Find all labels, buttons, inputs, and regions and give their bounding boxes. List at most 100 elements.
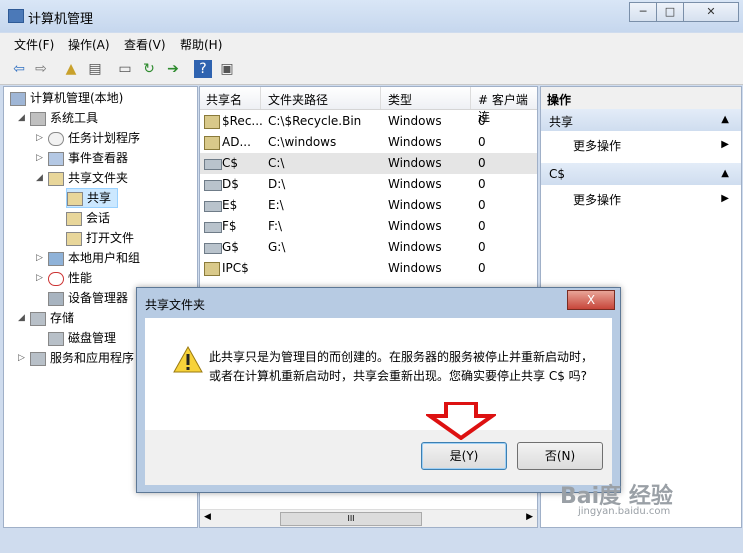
actions-section-shares-label: 共享 (549, 115, 574, 129)
cell-name: G$ (222, 240, 239, 254)
cell-count: 0 (478, 198, 486, 212)
cell-name: F$ (222, 219, 237, 233)
submenu-arrow-icon[interactable]: ▶ (721, 139, 729, 150)
more-actions-shares[interactable]: 更多操作 (573, 137, 621, 154)
tree-event-viewer-label: 事件查看器 (68, 151, 129, 165)
cell-name: D$ (222, 177, 239, 191)
down-arrow-icon (426, 402, 496, 440)
tree-local-users-label: 本地用户和组 (68, 251, 141, 265)
yes-button[interactable]: 是(Y) (421, 442, 507, 470)
column-separator[interactable] (380, 87, 381, 109)
actions-section-c[interactable]: C$ ▲ (541, 163, 741, 185)
tree-disk-management[interactable]: 磁盘管理 (48, 329, 116, 347)
dialog-close-button[interactable]: X (567, 290, 615, 310)
column-folder-path[interactable]: 文件夹路径 (268, 91, 328, 108)
computer-icon (10, 91, 26, 106)
expand-icon[interactable]: ▷ (36, 253, 43, 263)
minimize-button[interactable]: ─ (629, 2, 657, 22)
tree-device-manager-label: 设备管理器 (68, 291, 129, 305)
table-row[interactable]: E$ E:\ Windows 0 (200, 195, 537, 216)
computer-management-icon (8, 9, 24, 23)
collapse-up-icon[interactable]: ▲ (721, 114, 729, 125)
clock-icon (48, 131, 64, 146)
tree-services-apps[interactable]: 服务和应用程序 (30, 349, 134, 367)
cell-count: 0 (478, 177, 486, 191)
tree-system-tools[interactable]: 系统工具 (30, 109, 98, 127)
drive-icon (204, 222, 222, 233)
menu-file[interactable]: 文件(F) (14, 36, 54, 53)
cell-path: D:\ (268, 177, 286, 191)
tree-local-users[interactable]: 本地用户和组 (48, 249, 140, 267)
scroll-thumb[interactable]: III (280, 512, 422, 526)
dialog-footer: 是(Y) 否(N) (145, 430, 612, 485)
actions-section-c-label: C$ (549, 167, 566, 181)
up-folder-icon[interactable]: ▲ (62, 60, 80, 78)
collapse-icon[interactable]: ◢ (18, 113, 25, 123)
collapse-up-icon[interactable]: ▲ (721, 168, 729, 179)
actions-section-shares[interactable]: 共享 ▲ (541, 109, 741, 131)
horizontal-scrollbar[interactable]: ◀ III ▶ (200, 509, 537, 527)
cell-count: 0 (478, 261, 486, 275)
export-icon[interactable]: ➔ (164, 60, 182, 78)
tree-device-manager[interactable]: 设备管理器 (48, 289, 128, 307)
tree-shared-folders[interactable]: 共享文件夹 (48, 169, 128, 187)
cell-path: C:\$Recycle.Bin (268, 114, 362, 128)
shared-folder-icon (48, 171, 64, 186)
tree-task-scheduler[interactable]: 任务计划程序 (48, 129, 140, 147)
no-button[interactable]: 否(N) (517, 442, 603, 470)
scroll-left-icon[interactable]: ◀ (204, 512, 211, 522)
more-actions-c[interactable]: 更多操作 (573, 191, 621, 208)
column-type[interactable]: 类型 (388, 91, 412, 108)
cell-type: Windows (388, 135, 442, 149)
table-row[interactable]: C$ C:\ Windows 0 (200, 153, 537, 174)
maximize-button[interactable]: □ (656, 2, 684, 22)
column-share-name[interactable]: 共享名 (206, 91, 242, 108)
back-arrow-icon[interactable]: ⇦ (10, 60, 28, 78)
tree-root[interactable]: 计算机管理(本地) (10, 89, 123, 107)
column-separator[interactable] (260, 87, 261, 109)
menu-view[interactable]: 查看(V) (124, 36, 166, 53)
tree-performance[interactable]: 性能 (48, 269, 92, 287)
tree-sessions[interactable]: 会话 (66, 209, 110, 227)
cell-name: C$ (222, 156, 239, 170)
dialog-body: 此共享只是为管理目的而创建的。在服务器的服务被停止并重新启动时，或者在计算机重新… (145, 318, 612, 430)
table-row[interactable]: F$ F:\ Windows 0 (200, 216, 537, 237)
help-icon[interactable]: ? (194, 60, 212, 78)
table-row[interactable]: G$ G:\ Windows 0 (200, 237, 537, 258)
menu-help[interactable]: 帮助(H) (180, 36, 222, 53)
show-action-pane-icon[interactable]: ▣ (218, 60, 236, 78)
tree-event-viewer[interactable]: 事件查看器 (48, 149, 128, 167)
tree-storage[interactable]: 存储 (30, 309, 74, 327)
expand-icon[interactable]: ▷ (36, 133, 43, 143)
collapse-icon[interactable]: ◢ (18, 313, 25, 323)
share-icon (204, 262, 220, 276)
tree-shares[interactable]: 共享 (66, 188, 119, 208)
collapse-icon[interactable]: ◢ (36, 173, 43, 183)
column-separator[interactable] (470, 87, 471, 109)
refresh-icon[interactable]: ↻ (140, 60, 158, 78)
table-row[interactable]: D$ D:\ Windows 0 (200, 174, 537, 195)
cell-count: 0 (478, 135, 486, 149)
menu-action[interactable]: 操作(A) (68, 36, 110, 53)
cell-name: $Rec... (222, 114, 263, 128)
expand-icon[interactable]: ▷ (36, 273, 43, 283)
cell-type: Windows (388, 156, 442, 170)
table-row[interactable]: AD... C:\windows Windows 0 (200, 132, 537, 153)
forward-arrow-icon[interactable]: ⇨ (32, 60, 50, 78)
table-row[interactable]: $Rec... C:\$Recycle.Bin Windows 0 (200, 111, 537, 132)
expand-icon[interactable]: ▷ (18, 353, 25, 363)
show-tree-icon[interactable]: ▤ (86, 60, 104, 78)
window-title: 计算机管理 (28, 12, 94, 27)
close-button[interactable]: ✕ (683, 2, 739, 22)
cell-count: 0 (478, 240, 486, 254)
properties-icon[interactable]: ▭ (116, 60, 134, 78)
tools-icon (30, 111, 46, 126)
table-row[interactable]: IPC$ Windows 0 (200, 258, 537, 279)
expand-icon[interactable]: ▷ (36, 153, 43, 163)
tree-open-files-label: 打开文件 (86, 231, 135, 245)
tree-open-files[interactable]: 打开文件 (66, 229, 134, 247)
shared-folder-icon (66, 231, 82, 246)
submenu-arrow-icon[interactable]: ▶ (721, 193, 729, 204)
cell-type: Windows (388, 219, 442, 233)
scroll-right-icon[interactable]: ▶ (526, 512, 533, 522)
